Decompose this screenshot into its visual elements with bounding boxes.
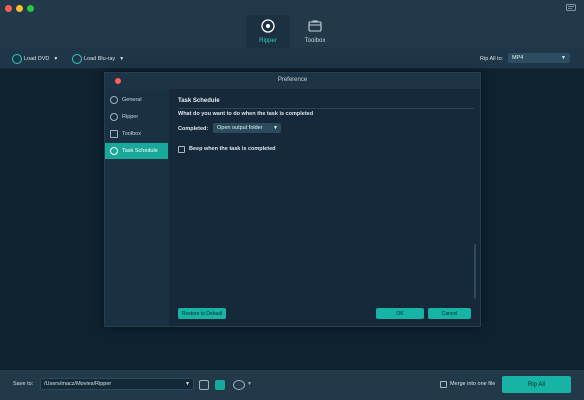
ripper-icon (110, 113, 118, 121)
beep-checkbox[interactable] (178, 146, 185, 153)
sidebar-item-label: Ripper (122, 114, 139, 120)
rip-all-to-label: Rip All to: (480, 55, 504, 62)
chevron-down-icon: ▼ (273, 125, 278, 131)
chevron-down-icon: ▼ (53, 55, 59, 62)
dialog-sidebar: General Ripper Toolbox Task Schedule (105, 89, 169, 326)
settings-gear-icon[interactable] (233, 380, 245, 390)
chevron-down-icon: ▼ (119, 55, 125, 62)
toolbox-icon (308, 20, 322, 32)
gear-icon (110, 96, 118, 104)
toolbox-icon (110, 130, 118, 138)
load-dvd-button[interactable]: Load DVD ▼ (12, 53, 58, 64)
window-close-button[interactable] (5, 5, 12, 12)
tab-ripper-label: Ripper (259, 38, 277, 44)
restore-default-button[interactable]: Restore to Default (178, 308, 226, 319)
chevron-down-icon[interactable]: ▼ (247, 381, 252, 387)
window-minimize-button[interactable] (16, 5, 23, 12)
dialog-content: Task Schedule What do you want to do whe… (169, 89, 480, 326)
window-zoom-button[interactable] (27, 5, 34, 12)
feedback-icon[interactable] (566, 4, 576, 12)
sidebar-item-toolbox[interactable]: Toolbox (105, 126, 168, 142)
save-to-label: Save to: (13, 381, 34, 387)
tab-toolbox[interactable]: Toolbox (297, 15, 333, 48)
scrollbar[interactable] (474, 244, 476, 299)
save-path-field[interactable]: /Users/macz/Movies/Ripper ▼ (40, 378, 194, 390)
open-folder-icon[interactable] (199, 380, 209, 390)
sidebar-item-task-schedule[interactable]: Task Schedule (105, 143, 168, 159)
preference-dialog: Preference General Ripper Toolbox Task S… (104, 72, 481, 327)
merge-checkbox[interactable] (440, 381, 447, 388)
task-question: What do you want to do when the task is … (178, 111, 314, 117)
load-dvd-label: Load DVD (24, 55, 50, 62)
merge-label: Merge into one file (450, 381, 496, 387)
rip-all-format-select[interactable]: MP4 ▼ (508, 53, 570, 63)
completed-select[interactable]: Open output folder ▼ (213, 123, 281, 133)
chevron-down-icon: ▼ (561, 55, 566, 61)
hardware-acceleration-icon[interactable] (215, 380, 225, 390)
sidebar-item-label: Toolbox (122, 131, 141, 137)
disc-icon (261, 19, 275, 33)
sidebar-item-label: Task Schedule (122, 148, 158, 154)
dialog-title: Preference (277, 77, 308, 83)
rip-all-format-value: MP4 (512, 55, 524, 61)
sidebar-item-label: General (122, 97, 142, 103)
beep-label: Beep when the task is completed (189, 146, 276, 152)
clock-icon (110, 147, 118, 155)
ok-button[interactable]: OK (376, 308, 424, 319)
load-bluray-label: Load Blu-ray (84, 55, 116, 62)
section-divider (178, 108, 474, 109)
sidebar-item-ripper[interactable]: Ripper (105, 109, 168, 125)
completed-label: Completed: (178, 126, 209, 132)
tab-toolbox-label: Toolbox (304, 38, 326, 44)
tab-ripper[interactable]: Ripper (246, 15, 290, 48)
save-path-value: /Users/macz/Movies/Ripper (44, 381, 112, 387)
dvd-icon (12, 53, 22, 64)
section-title: Task Schedule (178, 98, 220, 104)
title-bar (0, 0, 584, 48)
sidebar-item-general[interactable]: General (105, 92, 168, 108)
rip-all-button[interactable]: Rip All (502, 376, 571, 393)
bluray-icon (72, 53, 82, 64)
dialog-title-bar: Preference (105, 73, 480, 89)
cancel-button[interactable]: Cancel (428, 308, 471, 319)
load-bluray-button[interactable]: Load Blu-ray ▼ (72, 53, 124, 64)
completed-select-value: Open output folder (217, 125, 263, 131)
chevron-down-icon: ▼ (185, 381, 190, 387)
